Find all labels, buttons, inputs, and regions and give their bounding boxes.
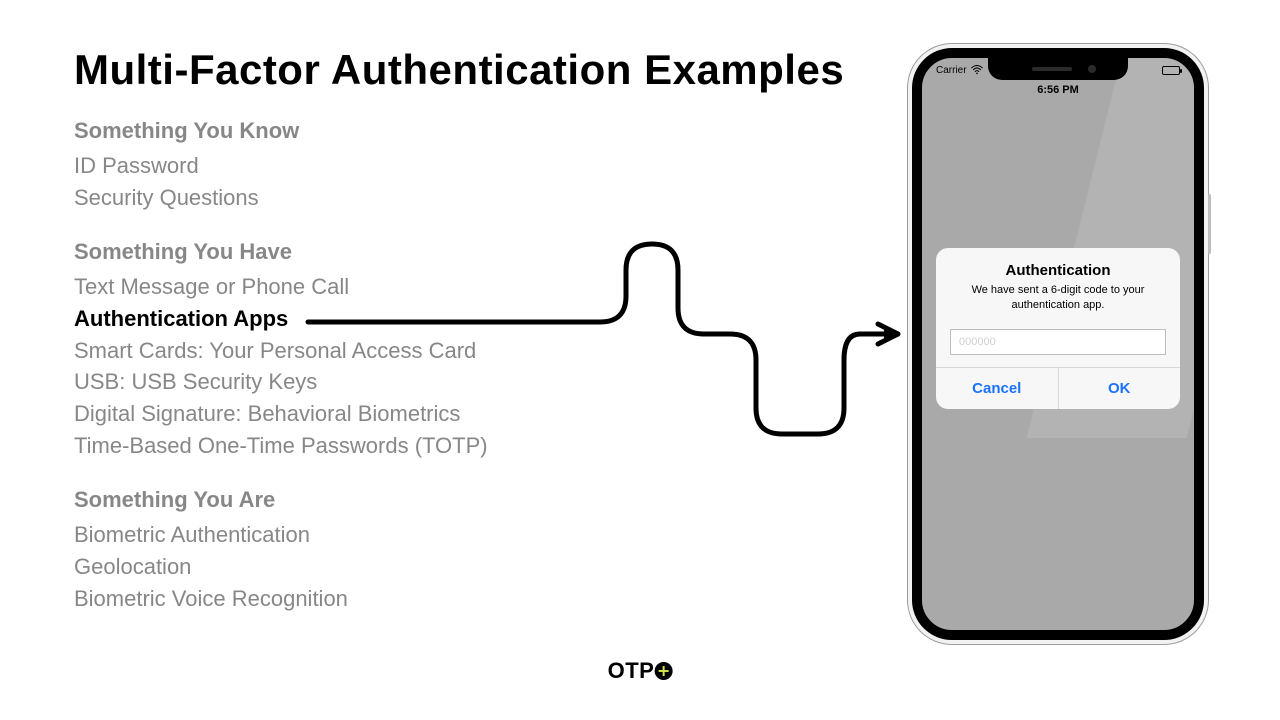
- section-title-are: Something You Are: [74, 487, 774, 513]
- footer-logo: OTP: [608, 658, 673, 684]
- phone-screen: Carrier 6:56 PM Authentication We have s…: [912, 48, 1204, 640]
- ok-button[interactable]: OK: [1058, 368, 1181, 409]
- dialog-title: Authentication: [950, 262, 1166, 279]
- list-item: Biometric Voice Recognition: [74, 583, 774, 615]
- list-item: Biometric Authentication: [74, 519, 774, 551]
- slide-root: Multi-Factor Authentication Examples Som…: [0, 0, 1280, 720]
- slide-title: Multi-Factor Authentication Examples: [74, 46, 844, 94]
- battery-icon: [1162, 66, 1180, 75]
- phone-side-button: [1208, 194, 1211, 254]
- list-item: Geolocation: [74, 551, 774, 583]
- connector-arrow: [300, 240, 920, 460]
- footer-brand-text: OTP: [608, 658, 655, 684]
- dialog-message: We have sent a 6-digit code to your auth…: [950, 283, 1166, 313]
- carrier-label: Carrier: [936, 65, 967, 76]
- wifi-icon: [971, 65, 981, 75]
- list-item: Security Questions: [74, 182, 774, 214]
- plus-icon: [654, 662, 672, 680]
- phone-notch: [988, 58, 1128, 80]
- auth-dialog: Authentication We have sent a 6-digit co…: [936, 248, 1180, 409]
- code-input[interactable]: [950, 329, 1166, 355]
- cancel-button[interactable]: Cancel: [936, 368, 1058, 409]
- section-title-know: Something You Know: [74, 118, 774, 144]
- phone-mockup: Carrier 6:56 PM Authentication We have s…: [908, 44, 1208, 644]
- list-item: ID Password: [74, 150, 774, 182]
- phone-time: 6:56 PM: [922, 84, 1194, 96]
